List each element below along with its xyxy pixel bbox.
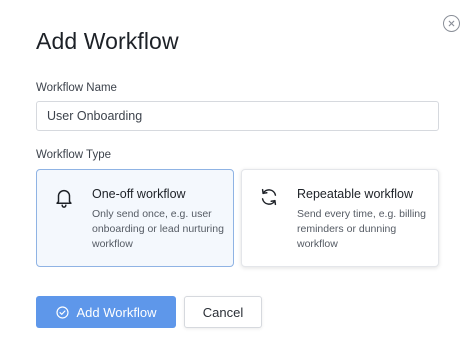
add-workflow-button[interactable]: Add Workflow [36, 296, 176, 328]
workflow-name-label: Workflow Name [36, 82, 117, 94]
repeatable-workflow-description: Send every time, e.g. billing reminders … [297, 208, 426, 250]
refresh-icon [258, 186, 280, 208]
one-off-workflow-option[interactable]: One-off workflow Only send once, e.g. us… [36, 169, 234, 267]
add-workflow-dialog: Add Workflow Workflow Name Workflow Type… [0, 0, 474, 362]
cancel-button[interactable]: Cancel [184, 296, 262, 328]
repeatable-workflow-option[interactable]: Repeatable workflow Send every time, e.g… [241, 169, 439, 267]
check-circle-icon [55, 305, 69, 319]
bell-icon [53, 186, 75, 208]
dialog-title: Add Workflow [36, 28, 179, 54]
workflow-type-label: Workflow Type [36, 149, 111, 161]
workflow-name-input[interactable] [36, 101, 439, 131]
repeatable-workflow-title: Repeatable workflow [297, 187, 414, 201]
add-workflow-label: Add Workflow [76, 304, 157, 320]
close-icon[interactable] [443, 15, 460, 32]
one-off-workflow-title: One-off workflow [92, 187, 186, 201]
one-off-workflow-description: Only send once, e.g. user onboarding or … [92, 208, 224, 250]
